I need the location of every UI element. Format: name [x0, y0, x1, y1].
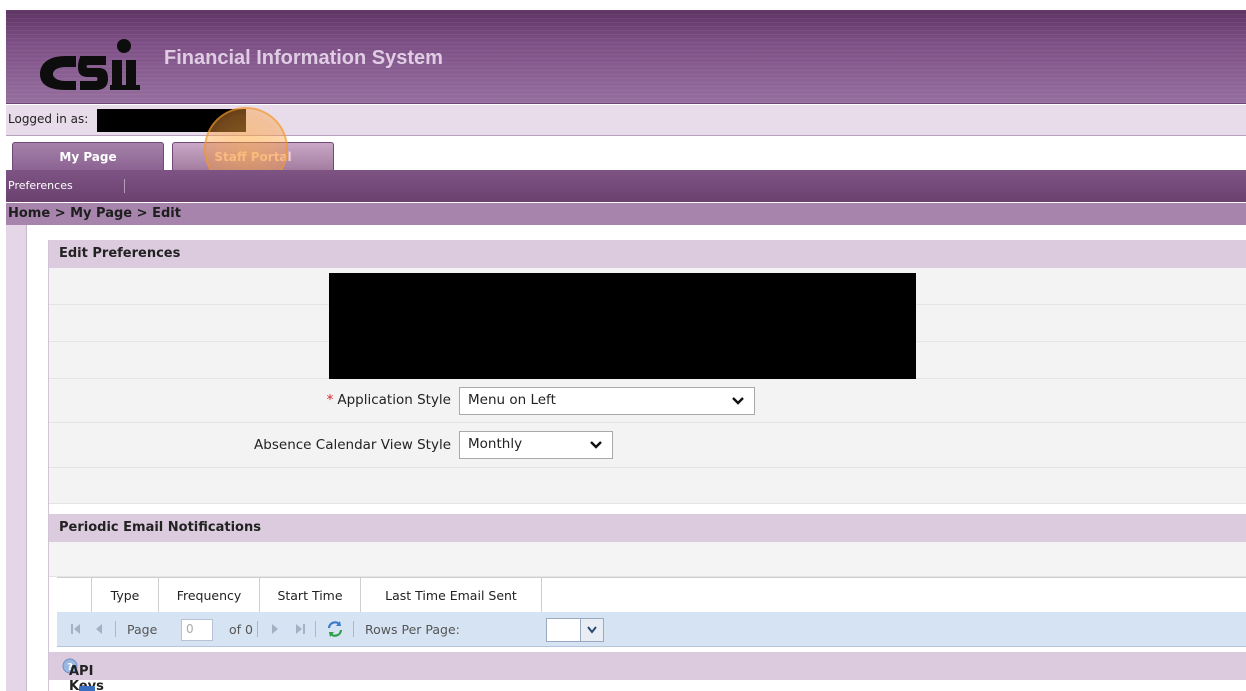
grid-select-column	[57, 578, 92, 612]
rows-per-page-select[interactable]	[546, 618, 604, 642]
page: Financial Information System Logged in a…	[6, 10, 1246, 691]
next-page-icon[interactable]	[269, 622, 281, 636]
login-bar: Logged in as:	[6, 105, 1246, 136]
first-page-icon[interactable]	[69, 622, 83, 636]
edit-preferences-header: Edit Preferences	[49, 240, 1246, 268]
edit-preferences-title: Edit Preferences	[59, 246, 181, 261]
breadcrumb: Home > My Page > Edit	[6, 203, 1246, 225]
header-banner: Financial Information System	[6, 10, 1246, 104]
app-title: Financial Information System	[164, 47, 443, 69]
column-header-last-email[interactable]: Last Time Email Sent	[361, 578, 542, 612]
application-style-label: * Application Style	[326, 392, 451, 408]
subnav-preferences[interactable]: Preferences	[8, 179, 73, 192]
rows-per-page-label: Rows Per Page:	[365, 622, 460, 637]
chevron-down-icon	[587, 626, 597, 634]
periodic-email-title: Periodic Email Notifications	[59, 520, 261, 535]
application-style-row: * Application Style Menu on Left	[49, 379, 1246, 423]
subnav-divider	[124, 179, 125, 193]
absence-calendar-value: Monthly	[468, 436, 523, 452]
absence-calendar-select[interactable]: Monthly	[459, 431, 613, 459]
column-header-frequency[interactable]: Frequency	[159, 578, 260, 612]
page-label: Page	[127, 622, 158, 637]
refresh-icon[interactable]	[325, 619, 345, 639]
page-of-label: of 0	[229, 622, 253, 637]
api-keys-checkbox[interactable]	[79, 686, 95, 691]
absence-calendar-label: Absence Calendar View Style	[254, 437, 451, 453]
absence-calendar-row: Absence Calendar View Style Monthly	[49, 423, 1246, 468]
chevron-down-icon	[732, 397, 744, 405]
main-content: Edit Preferences * Application Style Menu…	[48, 240, 1246, 691]
logo-icon	[40, 39, 140, 90]
redacted-region	[329, 273, 916, 387]
tab-my-page[interactable]: My Page	[12, 142, 164, 171]
previous-page-icon[interactable]	[93, 622, 105, 636]
api-keys-title: API Keys ?	[59, 658, 104, 691]
required-marker: *	[326, 392, 334, 408]
grid-pager: Page 0 of 0 Rows Per Page:	[57, 612, 1246, 647]
page-number-input[interactable]: 0	[181, 619, 213, 641]
column-header-start-time[interactable]: Start Time	[260, 578, 361, 612]
logged-in-label: Logged in as:	[8, 112, 89, 126]
last-page-icon[interactable]	[293, 622, 307, 636]
left-rail	[6, 225, 27, 691]
tab-bar: My Page Staff Portal	[6, 136, 1246, 171]
notifications-grid-header: Type Frequency Start Time Last Time Emai…	[57, 577, 1246, 613]
periodic-email-header: Periodic Email Notifications	[49, 514, 1246, 542]
api-keys-header: API Keys ?	[49, 652, 1246, 691]
breadcrumb-text: Home > My Page > Edit	[8, 206, 181, 221]
chevron-down-icon	[590, 441, 602, 449]
sub-navigation: Preferences	[6, 170, 1246, 202]
notifications-spacer	[49, 542, 1246, 577]
column-header-type[interactable]: Type	[92, 578, 159, 612]
application-style-value: Menu on Left	[468, 392, 556, 408]
form-row	[49, 468, 1246, 504]
application-style-select[interactable]: Menu on Left	[459, 387, 755, 415]
